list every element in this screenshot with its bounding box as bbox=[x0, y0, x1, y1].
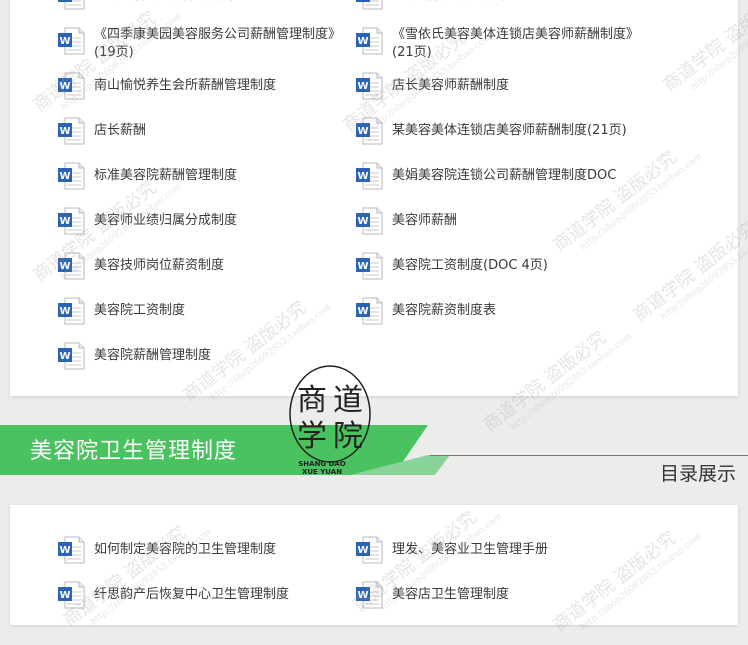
document-title: 美娟美容院连锁公司薪酬管理制度DOC bbox=[392, 168, 617, 183]
toc-label: 目录展示 bbox=[659, 463, 736, 485]
svg-text:W: W bbox=[357, 545, 368, 556]
document-title: 美容师薪酬 bbox=[392, 213, 458, 228]
document-title: 《四季康美园美容服务公司薪酬管理制度》(19页) bbox=[94, 27, 342, 60]
word-doc-icon: W bbox=[354, 161, 384, 191]
svg-text:W: W bbox=[59, 590, 70, 601]
word-doc-icon: W bbox=[56, 116, 86, 146]
document-list: W ××建邦商城美容师薪酬 W ××美容院薪资制度 bbox=[10, 0, 738, 396]
document-title: 纤思韵产后恢复中心卫生管理制度 bbox=[94, 587, 290, 602]
svg-text:W: W bbox=[59, 171, 70, 182]
svg-text:W: W bbox=[59, 36, 70, 47]
seal-char: 商 bbox=[297, 383, 327, 418]
word-doc-icon: W bbox=[56, 251, 86, 281]
document-title: 美容院工资制度(DOC 4页) bbox=[392, 258, 548, 273]
seal-char: 道 bbox=[333, 383, 363, 418]
word-doc-icon: W bbox=[354, 71, 384, 101]
document-title: 标准美容院薪酬管理制度 bbox=[94, 168, 238, 183]
document-title: 美容技师岗位薪资制度 bbox=[94, 258, 225, 273]
seal-pinyin-1: SHANG DAO bbox=[298, 460, 346, 468]
document-title: ××美容院薪资制度 bbox=[392, 0, 640, 5]
word-doc-icon: W bbox=[56, 71, 86, 101]
svg-text:W: W bbox=[59, 0, 70, 2]
word-doc-icon: W bbox=[354, 296, 384, 326]
word-doc-icon: W bbox=[56, 0, 86, 11]
document-title: 理发、美容业卫生管理手册 bbox=[392, 542, 549, 557]
svg-text:W: W bbox=[357, 81, 368, 92]
document-list: W 如何制定美容院的卫生管理制度 W 理发、美容业卫生管理手册 W 纤思韵产后恢… bbox=[10, 505, 738, 625]
shangdao-seal-logo: 商 道 学 院 SHANG DAO XUE YUAN bbox=[282, 362, 378, 480]
svg-text:W: W bbox=[357, 36, 368, 47]
word-doc-icon: W bbox=[354, 251, 384, 281]
svg-text:W: W bbox=[59, 81, 70, 92]
word-doc-icon: W bbox=[56, 580, 86, 610]
svg-text:W: W bbox=[357, 261, 368, 272]
word-doc-icon: W bbox=[56, 535, 86, 565]
word-doc-icon: W bbox=[56, 206, 86, 236]
svg-text:W: W bbox=[59, 216, 70, 227]
svg-text:W: W bbox=[357, 0, 368, 2]
section-title: 美容院卫生管理制度 bbox=[30, 439, 238, 464]
word-doc-icon: W bbox=[56, 341, 86, 371]
document-list-panel-hygiene: W 如何制定美容院的卫生管理制度 W 理发、美容业卫生管理手册 W 纤思韵产后恢… bbox=[10, 505, 738, 625]
banner-divider bbox=[430, 455, 748, 456]
document-title: 美容店卫生管理制度 bbox=[392, 587, 510, 602]
document-title: ××建邦商城美容师薪酬 bbox=[94, 0, 342, 5]
svg-text:W: W bbox=[357, 306, 368, 317]
word-doc-icon: W bbox=[354, 206, 384, 236]
document-title: 美容院工资制度 bbox=[94, 303, 186, 318]
word-doc-icon: W bbox=[354, 535, 384, 565]
word-doc-icon: W bbox=[354, 0, 384, 11]
document-title: 美容师业绩归属分成制度 bbox=[94, 213, 238, 228]
svg-text:W: W bbox=[59, 306, 70, 317]
svg-text:W: W bbox=[59, 545, 70, 556]
svg-text:W: W bbox=[59, 126, 70, 137]
document-title: 美容院薪资制度表 bbox=[392, 303, 497, 318]
document-title: 如何制定美容院的卫生管理制度 bbox=[94, 542, 277, 557]
svg-text:W: W bbox=[59, 351, 70, 362]
seal-char: 学 bbox=[297, 419, 327, 454]
document-list-panel-salary: W ××建邦商城美容师薪酬 W ××美容院薪资制度 bbox=[10, 0, 738, 396]
seal-pinyin-2: XUE YUAN bbox=[302, 468, 342, 476]
word-doc-icon: W bbox=[56, 296, 86, 326]
svg-text:W: W bbox=[357, 171, 368, 182]
document-title: 《雪依氏美容美体连锁店美容师薪酬制度》(21页) bbox=[392, 27, 640, 60]
word-doc-icon: W bbox=[56, 161, 86, 191]
svg-text:W: W bbox=[357, 216, 368, 227]
document-title: 店长薪酬 bbox=[94, 123, 147, 138]
svg-text:W: W bbox=[357, 126, 368, 137]
svg-text:W: W bbox=[357, 590, 368, 601]
document-title: 南山愉悦养生会所薪酬管理制度 bbox=[94, 78, 277, 93]
document-title: 某美容美体连锁店美容师薪酬制度(21页) bbox=[392, 123, 627, 138]
word-doc-icon: W bbox=[354, 26, 384, 56]
word-doc-icon: W bbox=[354, 116, 384, 146]
document-title: 店长美容师薪酬制度 bbox=[392, 78, 510, 93]
seal-char: 院 bbox=[333, 419, 363, 454]
svg-text:W: W bbox=[59, 261, 70, 272]
word-doc-icon: W bbox=[354, 580, 384, 610]
word-doc-icon: W bbox=[56, 26, 86, 56]
